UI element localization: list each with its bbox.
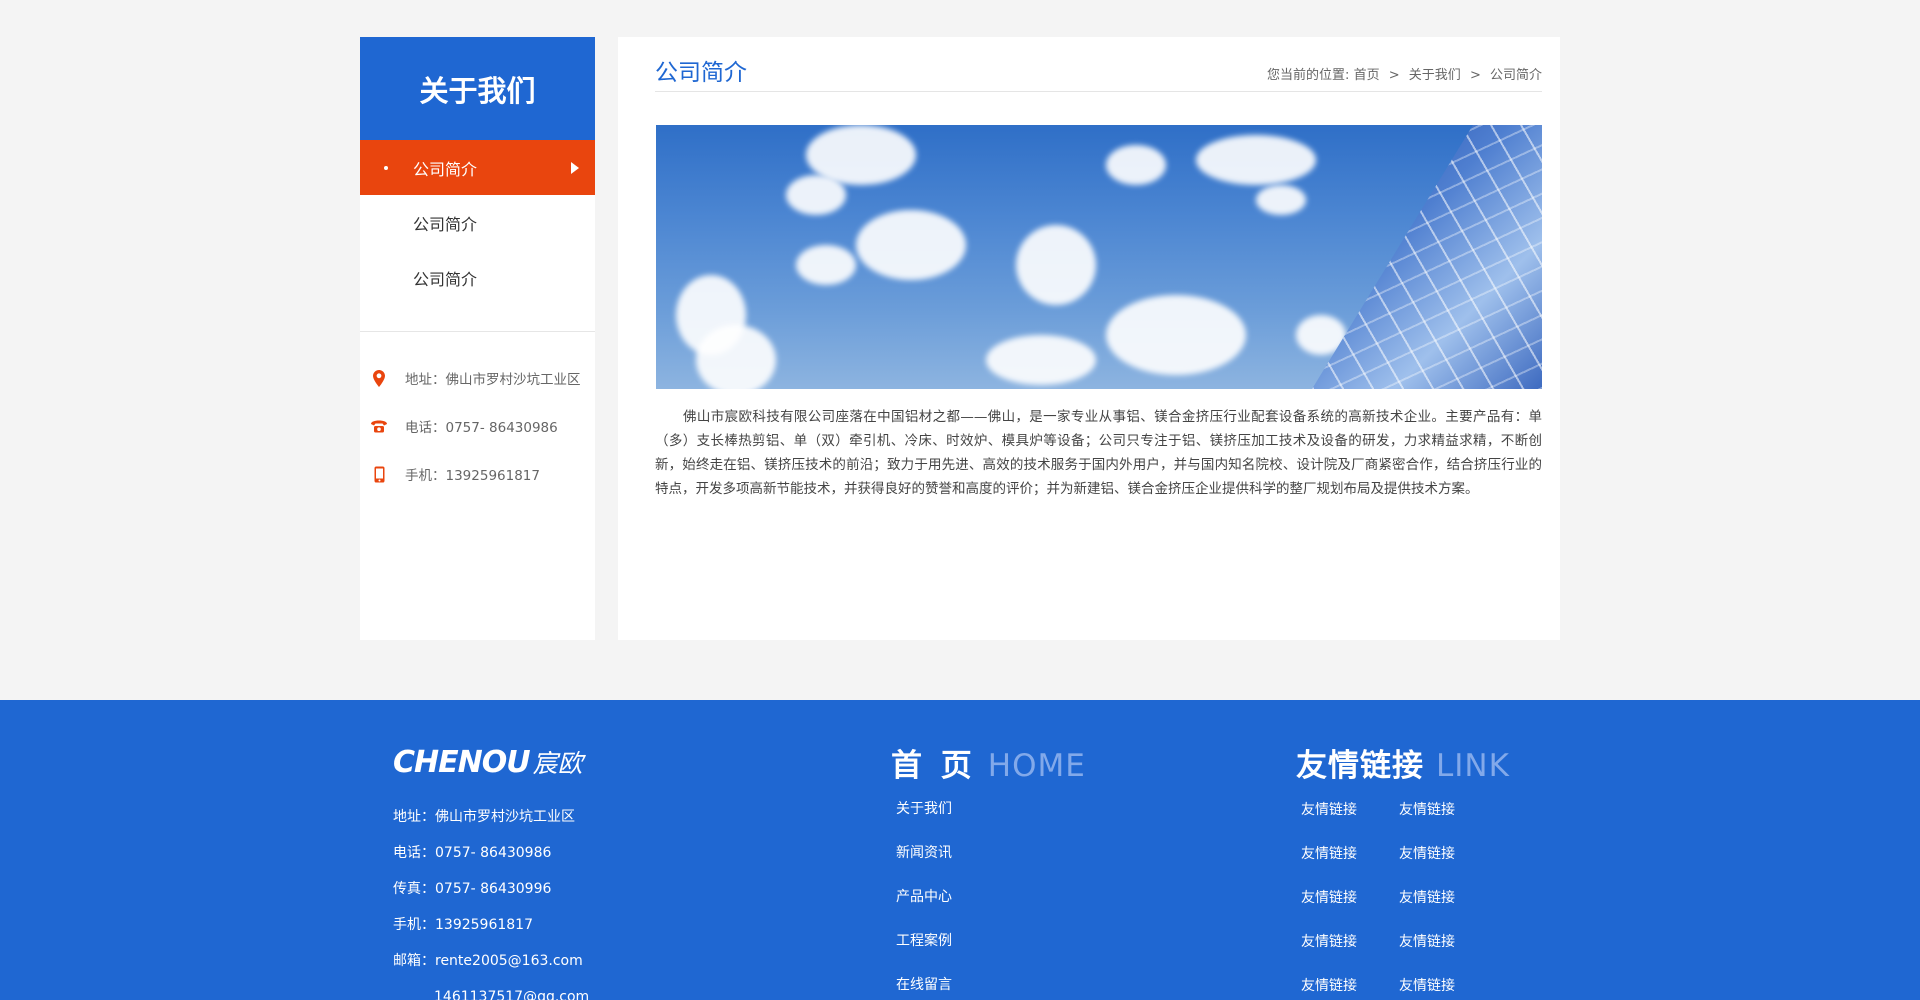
footer-mobile: 手机：13925961817 — [393, 917, 533, 933]
footer-nav-about[interactable]: 关于我们 — [896, 796, 952, 840]
breadcrumb-home-link[interactable]: 首页 — [1354, 68, 1380, 83]
cloud-shape — [986, 335, 1096, 385]
banner-image — [656, 125, 1542, 389]
page-title: 公司简介 — [655, 60, 747, 86]
footer-fax: 传真：0757- 86430996 — [393, 881, 552, 897]
glass-building-shape — [1312, 125, 1542, 389]
footer-logo: CHENOU 宸欧 — [393, 745, 583, 780]
friend-link[interactable]: 友情链接 — [1399, 885, 1497, 929]
cloud-shape — [696, 325, 776, 389]
footer-nav-message[interactable]: 在线留言 — [896, 972, 952, 1000]
breadcrumb: 您当前的位置: 首页 > 关于我们 > 公司简介 — [1267, 67, 1542, 83]
breadcrumb-about-link[interactable]: 关于我们 — [1409, 68, 1461, 83]
sidebar-title: 关于我们 — [360, 37, 595, 140]
footer-nav-cases[interactable]: 工程案例 — [896, 928, 952, 972]
footer: CHENOU 宸欧 地址：佛山市罗村沙坑工业区 电话：0757- 8643098… — [0, 700, 1920, 1000]
sidebar-item-label: 公司简介 — [413, 159, 478, 179]
arrow-right-icon — [571, 161, 579, 174]
friend-link[interactable]: 友情链接 — [1301, 885, 1399, 929]
telephone-icon — [370, 416, 388, 436]
main-header: 公司简介 您当前的位置: 首页 > 关于我们 > 公司简介 — [655, 49, 1542, 92]
cloud-shape — [856, 210, 966, 280]
company-intro-text: 佛山市宸欧科技有限公司座落在中国铝材之都——佛山，是一家专业从事铝、镁合金挤压行… — [655, 409, 1542, 497]
map-pin-icon — [370, 368, 388, 388]
friend-link[interactable]: 友情链接 — [1399, 841, 1497, 885]
sidebar-item-label: 公司简介 — [413, 214, 478, 234]
friend-link[interactable]: 友情链接 — [1301, 841, 1399, 885]
cloud-shape — [786, 175, 846, 215]
friend-link[interactable]: 友情链接 — [1301, 973, 1399, 1000]
bullet-icon — [384, 165, 388, 170]
friend-link[interactable]: 友情链接 — [1301, 797, 1399, 841]
footer-email: 邮箱：rente2005@163.com — [393, 953, 583, 969]
cloud-shape — [1106, 145, 1166, 185]
footer-address: 地址：佛山市罗村沙坑工业区 — [393, 809, 575, 825]
cloud-shape — [1256, 185, 1306, 215]
footer-nav-news[interactable]: 新闻资讯 — [896, 840, 952, 884]
friend-link[interactable]: 友情链接 — [1399, 797, 1497, 841]
mobile-phone-icon — [370, 464, 388, 484]
main-content: 公司简介 您当前的位置: 首页 > 关于我们 > 公司简介 佛山市宸欧科技有限公… — [618, 37, 1560, 640]
cloud-shape — [1016, 225, 1096, 305]
footer-nav-products[interactable]: 产品中心 — [896, 884, 952, 928]
cloud-shape — [796, 245, 856, 285]
friend-link[interactable]: 友情链接 — [1399, 929, 1497, 973]
sidebar: 关于我们 公司简介 公司简介 公司简介 地址：佛山市罗村沙坑工业区 电话：075… — [360, 37, 595, 640]
contact-address: 地址：佛山市罗村沙坑工业区 — [360, 354, 595, 402]
footer-email-2: 1461137517@qq.com — [434, 989, 590, 1000]
breadcrumb-current: 公司简介 — [1489, 67, 1542, 83]
cloud-shape — [1106, 295, 1246, 375]
cloud-shape — [1196, 135, 1316, 185]
sidebar-contact-list: 地址：佛山市罗村沙坑工业区 电话：0757- 86430986 手机：13925… — [360, 332, 595, 498]
sidebar-item-company-intro-2[interactable]: 公司简介 — [360, 195, 595, 250]
contact-phone: 电话：0757- 86430986 — [360, 402, 595, 450]
sidebar-item-company-intro-3[interactable]: 公司简介 — [360, 250, 595, 305]
footer-friend-links: 友情链接 友情链接 友情链接 友情链接 友情链接 友情链接 友情链接 友情链接 … — [1301, 797, 1521, 1000]
contact-mobile: 手机：13925961817 — [360, 450, 595, 498]
friend-link[interactable]: 友情链接 — [1399, 973, 1497, 1000]
footer-phone: 电话：0757- 86430986 — [393, 845, 552, 861]
footer-contact: 地址：佛山市罗村沙坑工业区 电话：0757- 86430986 传真：0757-… — [393, 804, 589, 1000]
footer-nav-title: 首 页 HOME — [891, 748, 1086, 784]
footer-nav: 关于我们 新闻资讯 产品中心 工程案例 在线留言 — [896, 796, 952, 1000]
footer-links-title: 友情链接 LINK — [1296, 748, 1510, 784]
sidebar-item-label: 公司简介 — [413, 269, 478, 289]
friend-link[interactable]: 友情链接 — [1301, 929, 1399, 973]
sidebar-item-company-intro-1[interactable]: 公司简介 — [360, 140, 595, 195]
